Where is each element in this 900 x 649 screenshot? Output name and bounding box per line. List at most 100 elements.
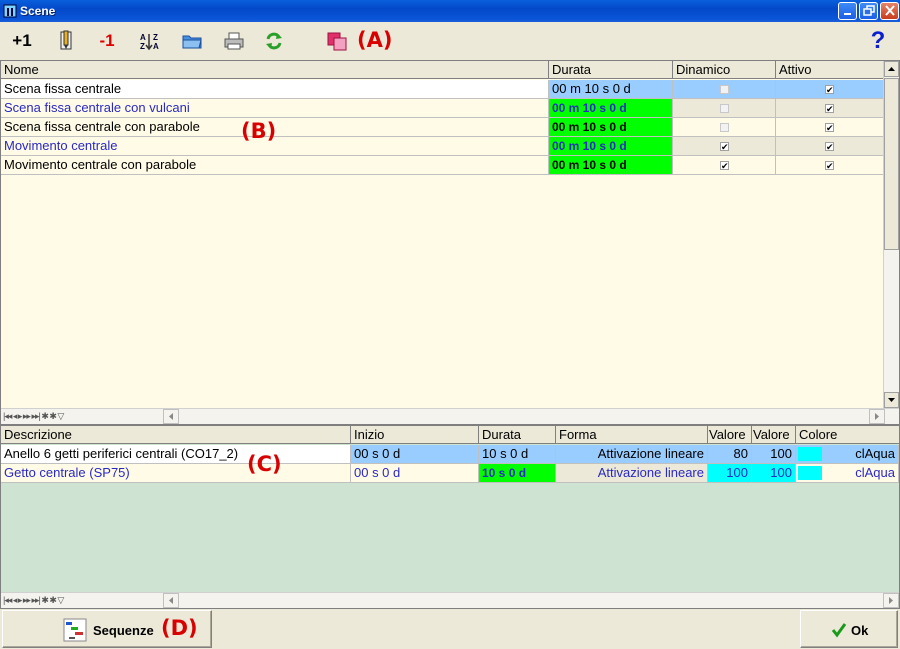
cell-valore-2: 100 [752,445,796,464]
restore-icon [863,5,875,16]
ok-label: Ok [851,623,869,638]
scroll-down-button[interactable] [884,392,899,408]
cell-attivo: ✔ [776,137,885,156]
col-descrizione[interactable]: Descrizione [1,426,351,444]
cell-nome: Scena fissa centrale con vulcani [1,99,549,118]
cell-durata: 00 m 10 s 0 d [549,156,673,175]
table-row[interactable]: Scena fissa centrale con vulcani 00 m 10… [1,99,885,118]
effects-navigator-bar: |◂◂ ◂ ▸ ▸▸ ▸▸| ✱ ✱ ▽ [1,592,899,608]
table-row[interactable]: Anello 6 getti periferici centrali (CO17… [1,445,899,464]
cell-durata: 10 s 0 d [479,445,556,464]
close-button[interactable] [880,2,899,20]
help-button[interactable]: ? [866,29,890,53]
cell-durata: 00 m 10 s 0 d [549,118,673,137]
table-row[interactable]: Scena fissa centrale 00 m 10 s 0 d ✔ [1,80,885,99]
table-row[interactable]: Movimento centrale 00 m 10 s 0 d ✔ ✔ [1,137,885,156]
cell-valore-1: 100 [708,464,752,483]
table-row[interactable]: Scena fissa centrale con parabole 00 m 1… [1,118,885,137]
scroll-right-button[interactable] [883,593,899,608]
attivo-checkbox[interactable]: ✔ [825,142,834,152]
col-dinamico[interactable]: Dinamico [673,61,776,79]
refresh-button[interactable] [262,30,286,52]
sort-button[interactable]: A Z Z A [138,30,162,52]
svg-text:A: A [140,33,146,42]
printer-icon [224,32,244,50]
color-squares-icon [327,32,347,51]
cell-attivo: ✔ [776,118,885,137]
sequenze-button[interactable]: Sequenze (D) [2,610,212,648]
color-name: clAqua [855,465,895,480]
svg-text:A: A [153,42,159,51]
arrow-up-icon [888,67,895,71]
scenes-header: Nome Durata Dinamico Attivo [1,61,885,79]
annotation-d: (D) [161,616,198,640]
annotation-a: (A) [357,28,393,52]
col-inizio[interactable]: Inizio [351,426,479,444]
attivo-checkbox[interactable]: ✔ [825,85,834,95]
scroll-up-button[interactable] [884,61,899,77]
cell-valore-1: 80 [708,445,752,464]
table-row[interactable]: Movimento centrale con parabole 00 m 10 … [1,156,885,175]
edit-button[interactable] [54,30,78,52]
cell-forma: Attivazione lineare [556,464,708,483]
attivo-checkbox[interactable]: ✔ [825,161,834,171]
cell-nome: Movimento centrale con parabole [1,156,549,175]
add-scene-button[interactable]: +1 [10,30,34,52]
cell-durata: 00 m 10 s 0 d [549,99,673,118]
scroll-left-button[interactable] [163,593,179,608]
dinamico-checkbox[interactable] [720,123,729,132]
annotation-c: (C) [247,452,282,476]
cell-descrizione: Getto centrale (SP75) [1,464,351,483]
arrow-right-icon [875,413,879,420]
cell-colore: clAqua [796,445,899,464]
minimize-button[interactable] [838,2,857,20]
svg-text:Z: Z [140,42,145,51]
ok-button[interactable]: Ok [800,610,898,648]
print-button[interactable] [222,30,246,52]
remove-scene-button[interactable]: -1 [95,30,119,52]
effects-grid: Descrizione Inizio Durata Forma Valore V… [0,425,900,609]
annotation-b: (B) [241,119,277,143]
col-valore-2[interactable]: Valore [752,426,796,444]
table-row[interactable]: Getto centrale (SP75) 00 s 0 d 10 s 0 d … [1,464,899,483]
scroll-thumb[interactable] [884,78,899,250]
attivo-checkbox[interactable]: ✔ [825,123,834,133]
sort-az-icon: A Z Z A [140,33,159,51]
record-navigator[interactable]: |◂◂ ◂ ▸ ▸▸ ▸▸| ✱ ✱ ▽ [3,595,64,607]
toolbar: +1 -1 A Z Z A (A) ? [0,22,900,60]
col-durata[interactable]: Durata [479,426,556,444]
dinamico-checkbox[interactable] [720,85,729,94]
col-valore-1[interactable]: Valore [708,426,752,444]
dinamico-checkbox[interactable]: ✔ [720,142,729,152]
open-button[interactable] [180,30,204,52]
col-nome[interactable]: Nome [1,61,549,79]
maximize-button[interactable] [859,2,878,20]
edit-pencil-icon [60,30,72,50]
arrow-down-icon [888,398,895,402]
color-button[interactable] [326,30,350,52]
attivo-checkbox[interactable]: ✔ [825,104,834,114]
arrow-right-icon [889,597,893,604]
scroll-right-button[interactable] [869,409,885,424]
cell-inizio: 00 s 0 d [351,445,479,464]
record-navigator[interactable]: |◂◂ ◂ ▸ ▸▸ ▸▸| ✱ ✱ ▽ [3,411,64,423]
minimize-icon [844,13,851,15]
scroll-left-button[interactable] [163,409,179,424]
sequence-icon [63,618,87,642]
col-attivo[interactable]: Attivo [776,61,885,79]
scenes-vertical-scrollbar[interactable] [883,61,899,409]
col-forma[interactable]: Forma [556,426,708,444]
dinamico-checkbox[interactable] [720,104,729,113]
window-title: Scene [20,4,56,18]
col-durata[interactable]: Durata [549,61,673,79]
arrow-left-icon [169,413,173,420]
cell-dinamico [673,99,776,118]
col-colore[interactable]: Colore [796,426,899,444]
scenes-navigator-bar: |◂◂ ◂ ▸ ▸▸ ▸▸| ✱ ✱ ▽ [1,408,899,424]
color-swatch [798,447,822,461]
folder-icon [182,35,202,49]
refresh-icon [266,32,282,50]
cell-nome: Scena fissa centrale [1,80,549,99]
cell-forma: Attivazione lineare [556,445,708,464]
dinamico-checkbox[interactable]: ✔ [720,161,729,171]
